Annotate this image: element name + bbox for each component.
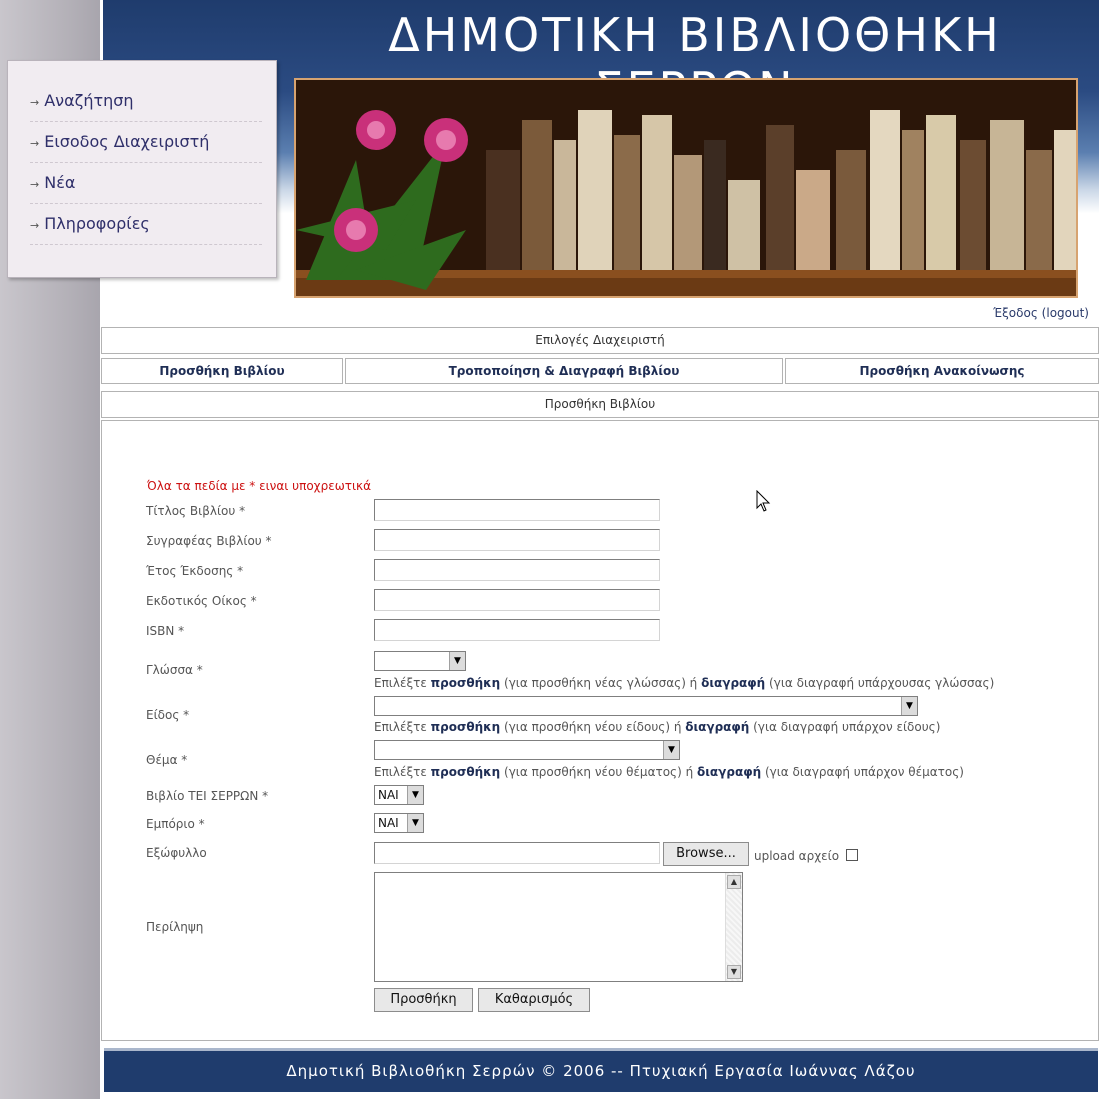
section-title: Προσθήκη Βιβλίου <box>101 391 1099 418</box>
arrow-right-icon: → <box>30 96 40 109</box>
delete-subject-link[interactable]: διαγραφή <box>697 765 761 779</box>
tab-add-announcement[interactable]: Προσθήκη Ανακοίνωσης <box>785 358 1099 384</box>
subject-label: Θέμα * <box>146 753 188 767</box>
title-input[interactable] <box>374 499 660 521</box>
submit-button[interactable]: Προσθήκη <box>374 988 473 1012</box>
tei-book-value: ΝΑΙ <box>378 788 399 802</box>
chevron-down-icon: ▼ <box>407 814 423 832</box>
arrow-right-icon: → <box>30 137 40 150</box>
language-select[interactable]: ▼ <box>374 651 466 671</box>
arrow-right-icon: → <box>30 219 40 232</box>
sidebar-item-label: Νέα <box>44 173 76 192</box>
add-language-link[interactable]: προσθήκη <box>431 676 501 690</box>
scroll-up-icon[interactable]: ▲ <box>727 875 741 889</box>
required-fields-note: Όλα τα πεδία με * ειναι υποχρεωτικά <box>147 479 372 493</box>
browse-button[interactable]: Browse... <box>663 842 749 866</box>
genre-label: Είδος * <box>146 708 190 722</box>
site-footer: Δημοτική Βιβλιοθήκη Σερρών © 2006 -- Πτυ… <box>104 1048 1098 1092</box>
delete-genre-link[interactable]: διαγραφή <box>685 720 749 734</box>
scroll-down-icon[interactable]: ▼ <box>727 965 741 979</box>
sidebar-item-admin-login[interactable]: → Εισοδος Διαχειριστή <box>30 122 262 163</box>
author-input[interactable] <box>374 529 660 551</box>
subject-select[interactable]: ▼ <box>374 740 680 760</box>
summary-textarea[interactable]: ▲ ▼ <box>374 872 743 982</box>
genre-select[interactable]: ▼ <box>374 696 918 716</box>
sidebar-item-label: Αναζήτηση <box>44 91 134 110</box>
summary-scrollbar[interactable]: ▲ ▼ <box>725 873 742 981</box>
isbn-input[interactable] <box>374 619 660 641</box>
title-label: Τίτλος Βιβλίου * <box>146 504 246 518</box>
sidebar-menu: → Αναζήτηση → Εισοδος Διαχειριστή → Νέα → Πλ… <box>7 60 277 278</box>
upload-label: upload αρχείο <box>754 849 840 863</box>
add-subject-link[interactable]: προσθήκη <box>431 765 501 779</box>
tei-book-label: Βιβλίο ΤΕΙ ΣΕΡΡΩΝ * <box>146 789 269 803</box>
author-label: Συγραφέας Βιβλίου * <box>146 534 272 548</box>
isbn-label: ISBN * <box>146 624 185 638</box>
cover-file-input[interactable] <box>374 842 660 864</box>
sidebar-item-info[interactable]: → Πληροφορίες <box>30 204 262 245</box>
bookshelf-illustration <box>296 80 1076 296</box>
tab-edit-delete-book[interactable]: Τροποποίηση & Διαγραφή Βιβλίου <box>345 358 783 384</box>
publisher-input[interactable] <box>374 589 660 611</box>
commercial-value: ΝΑΙ <box>378 816 399 830</box>
commercial-select[interactable]: ΝΑΙ ▼ <box>374 813 424 833</box>
sidebar-item-label: Πληροφορίες <box>44 214 150 233</box>
language-label: Γλώσσα * <box>146 663 203 677</box>
sidebar-item-label: Εισοδος Διαχειριστή <box>44 132 210 151</box>
publisher-label: Εκδοτικός Οίκος * <box>146 594 257 608</box>
chevron-down-icon: ▼ <box>901 697 917 715</box>
admin-options-header: Επιλογές Διαχειριστή <box>101 327 1099 354</box>
upload-checkbox[interactable] <box>846 849 858 861</box>
logout-link[interactable]: Έξοδος (logout) <box>993 306 1089 320</box>
reset-button[interactable]: Καθαρισμός <box>478 988 590 1012</box>
subject-hint: Επιλέξτε προσθήκη (για προσθήκη νέου θέμ… <box>374 765 964 779</box>
arrow-right-icon: → <box>30 178 40 191</box>
genre-hint: Επιλέξτε προσθήκη (για προσθήκη νέου είδ… <box>374 720 941 734</box>
bookshelf-image <box>294 78 1078 298</box>
add-genre-link[interactable]: προσθήκη <box>431 720 501 734</box>
tei-book-select[interactable]: ΝΑΙ ▼ <box>374 785 424 805</box>
commercial-label: Εμπόριο * <box>146 817 205 831</box>
language-hint: Επιλέξτε προσθήκη (για προσθήκη νέας γλώ… <box>374 676 995 690</box>
chevron-down-icon: ▼ <box>663 741 679 759</box>
year-input[interactable] <box>374 559 660 581</box>
sidebar-item-search[interactable]: → Αναζήτηση <box>30 81 262 122</box>
chevron-down-icon: ▼ <box>449 652 465 670</box>
delete-language-link[interactable]: διαγραφή <box>701 676 765 690</box>
cover-label: Εξώφυλλο <box>146 846 207 860</box>
chevron-down-icon: ▼ <box>407 786 423 804</box>
summary-label: Περίληψη <box>146 920 204 934</box>
year-label: Έτος Έκδοσης * <box>146 564 244 578</box>
tab-add-book[interactable]: Προσθήκη Βιβλίου <box>101 358 343 384</box>
mouse-pointer-icon <box>756 490 771 512</box>
sidebar-item-news[interactable]: → Νέα <box>30 163 262 204</box>
